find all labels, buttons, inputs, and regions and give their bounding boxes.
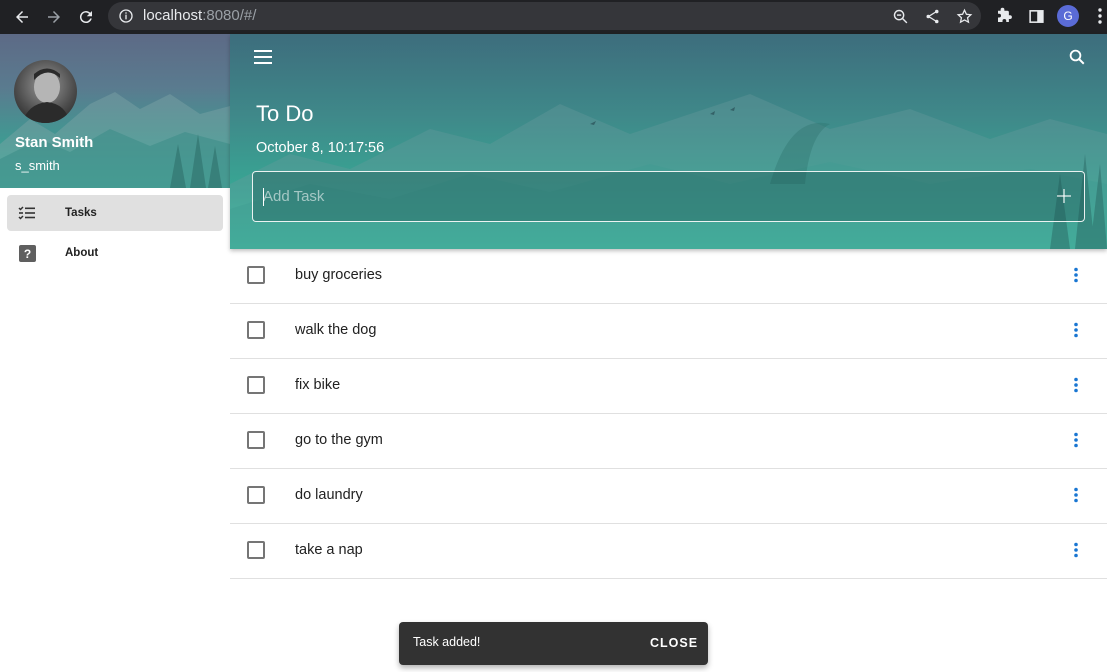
profile-avatar[interactable]: G	[1057, 5, 1079, 27]
share-icon[interactable]	[923, 7, 941, 25]
task-label: go to the gym	[295, 432, 383, 448]
task-checkbox[interactable]	[247, 266, 265, 284]
sidebar-item-label: About	[65, 247, 99, 259]
task-checkbox[interactable]	[247, 541, 265, 559]
snackbar-close-button[interactable]: CLOSE	[650, 636, 698, 650]
sidebar-item-label: Tasks	[65, 207, 97, 219]
url-host: localhost	[143, 7, 203, 24]
forward-icon[interactable]	[42, 5, 66, 29]
list-item[interactable]: do laundry	[230, 469, 1107, 524]
task-checkbox[interactable]	[247, 486, 265, 504]
task-checkbox[interactable]	[247, 431, 265, 449]
task-checkbox[interactable]	[247, 321, 265, 339]
url-path: :8080/#/	[202, 7, 257, 24]
more-vert-icon[interactable]	[1066, 485, 1086, 505]
avatar[interactable]	[14, 60, 77, 123]
list-item[interactable]: take a nap	[230, 524, 1107, 579]
sidebar-item-about[interactable]: ? About	[7, 235, 223, 271]
task-label: do laundry	[295, 487, 363, 503]
page-title: To Do	[256, 101, 314, 126]
info-icon[interactable]	[117, 7, 135, 25]
menu-icon[interactable]	[252, 46, 274, 68]
side-panel-icon[interactable]	[1026, 6, 1046, 26]
list-item[interactable]: fix bike	[230, 359, 1107, 414]
task-checkbox[interactable]	[247, 376, 265, 394]
url-text: localhost:8080/#/	[143, 7, 256, 24]
snackbar-message: Task added!	[413, 635, 481, 649]
more-vert-icon[interactable]	[1066, 375, 1086, 395]
menu-dots-icon[interactable]	[1090, 6, 1107, 26]
reload-icon[interactable]	[74, 5, 98, 29]
navigation-drawer: Stan Smith s_smith Tasks ? About	[0, 34, 230, 672]
text-caret	[263, 188, 264, 206]
zoom-icon[interactable]	[891, 7, 909, 25]
back-icon[interactable]	[10, 5, 34, 29]
list-item[interactable]: buy groceries	[230, 249, 1107, 304]
help-icon: ?	[17, 243, 37, 263]
more-vert-icon[interactable]	[1066, 430, 1086, 450]
more-vert-icon[interactable]	[1066, 265, 1086, 285]
add-icon[interactable]	[1054, 186, 1074, 206]
extensions-icon[interactable]	[994, 6, 1014, 26]
browser-toolbar: localhost:8080/#/ G	[0, 0, 1107, 34]
add-task-input[interactable]	[263, 172, 1043, 221]
drawer-header: Stan Smith s_smith	[0, 34, 230, 188]
svg-text:?: ?	[23, 247, 30, 261]
task-label: buy groceries	[295, 267, 383, 283]
task-list: buy groceries walk the dog fix bike go t…	[230, 249, 1107, 579]
list-item[interactable]: go to the gym	[230, 414, 1107, 469]
add-task-field[interactable]	[252, 171, 1085, 222]
current-datetime: October 8, 10:17:56	[256, 140, 385, 156]
user-name: Stan Smith	[15, 134, 94, 151]
star-icon[interactable]	[955, 7, 973, 25]
list-item[interactable]: walk the dog	[230, 304, 1107, 359]
page-header: To Do October 8, 10:17:56	[230, 34, 1107, 249]
user-handle: s_smith	[15, 158, 60, 173]
task-label: fix bike	[295, 377, 341, 393]
address-bar[interactable]: localhost:8080/#/	[108, 2, 981, 30]
more-vert-icon[interactable]	[1066, 320, 1086, 340]
sidebar-item-tasks[interactable]: Tasks	[7, 195, 223, 231]
search-icon[interactable]	[1066, 46, 1088, 68]
task-label: take a nap	[295, 542, 363, 558]
snackbar: Task added! CLOSE	[399, 622, 708, 665]
checklist-icon	[17, 203, 37, 223]
task-label: walk the dog	[295, 322, 377, 338]
more-vert-icon[interactable]	[1066, 540, 1086, 560]
